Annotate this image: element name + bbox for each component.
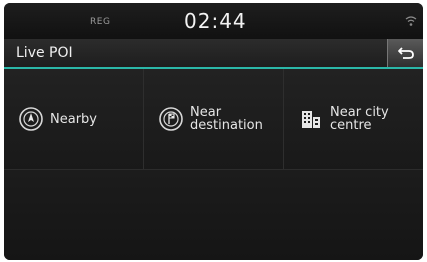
screen-frame: REG 02:44 Live POI Nearby Near destinati… (4, 3, 423, 260)
wifi-icon (405, 16, 417, 26)
back-button[interactable] (387, 39, 423, 67)
near-destination-button[interactable]: Near destination (143, 69, 283, 169)
near-city-centre-button[interactable]: Near city centre (283, 69, 423, 169)
near-city-centre-label: Near city centre (330, 105, 389, 133)
clock: 02:44 (184, 9, 247, 33)
empty-content-area (4, 170, 423, 260)
poi-options: Nearby Near destination Near city centre (4, 69, 423, 170)
reg-indicator: REG (90, 17, 111, 27)
back-arrow-icon (397, 47, 414, 59)
nearby-button[interactable]: Nearby (4, 69, 143, 169)
page-title: Live POI (16, 45, 73, 61)
title-bar: Live POI (4, 39, 423, 67)
city-buildings-icon (302, 111, 320, 128)
nearby-label: Nearby (50, 111, 97, 127)
near-destination-label: Near destination (190, 105, 263, 133)
destination-flag-icon (159, 107, 183, 131)
status-bar: REG 02:44 (4, 3, 423, 39)
compass-icon (19, 107, 43, 131)
